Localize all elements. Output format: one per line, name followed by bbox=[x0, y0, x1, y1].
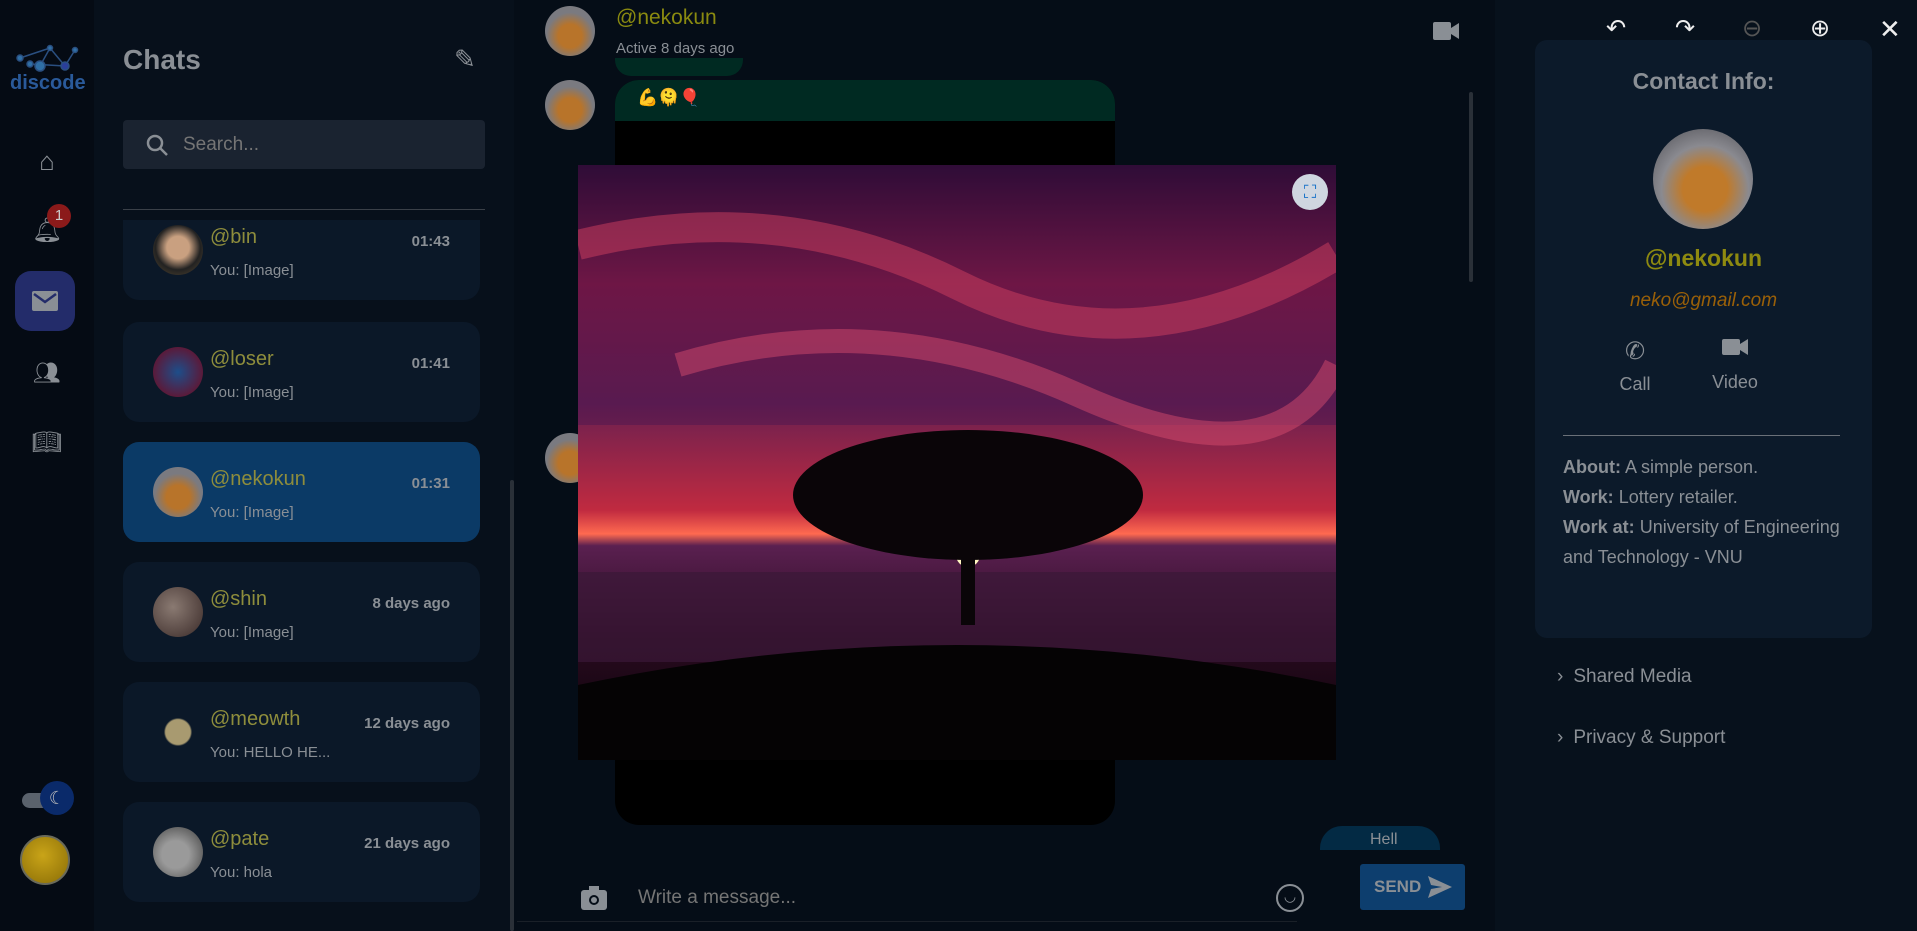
send-button[interactable]: SEND bbox=[1360, 864, 1465, 910]
user-avatar[interactable] bbox=[20, 835, 70, 885]
input-underline bbox=[517, 921, 1297, 922]
avatar bbox=[153, 225, 203, 275]
privacy-support-section[interactable]: › Privacy & Support bbox=[1557, 727, 1725, 749]
fullscreen-focus-icon[interactable]: ⛶ bbox=[1292, 174, 1328, 210]
chat-item-nekokun[interactable]: @nekokun 01:31 You: [Image] bbox=[123, 442, 480, 542]
avatar bbox=[153, 587, 203, 637]
camera-icon[interactable] bbox=[581, 886, 607, 910]
search-icon bbox=[146, 134, 168, 156]
discode-logo[interactable]: discode bbox=[10, 38, 86, 98]
avatar bbox=[153, 467, 203, 517]
search-box[interactable] bbox=[123, 120, 485, 169]
rotate-left-icon[interactable]: ↶ bbox=[1606, 14, 1636, 44]
contact-username: @nekokun bbox=[1645, 245, 1762, 271]
contact-email: neko@gmail.com bbox=[1629, 290, 1778, 311]
phone-icon: ✆ bbox=[1624, 338, 1646, 365]
contact-details: About: A simple person. Work: Lottery re… bbox=[1563, 457, 1840, 567]
conversation-scrollbar[interactable] bbox=[1469, 92, 1473, 282]
new-chat-pencil-icon[interactable]: ✎ bbox=[454, 44, 476, 75]
moon-icon[interactable]: ☾ bbox=[40, 781, 74, 815]
outgoing-message-bubble: Hell bbox=[1320, 826, 1440, 850]
contact-avatar[interactable] bbox=[545, 6, 595, 56]
book-icon[interactable]: 📖︎ bbox=[0, 428, 94, 457]
close-viewer-icon[interactable]: ✕ bbox=[1879, 14, 1909, 44]
contact-name: @nekokun bbox=[616, 6, 717, 29]
chevron-right-icon: › bbox=[1557, 727, 1564, 748]
home-icon[interactable]: ⌂ bbox=[0, 146, 94, 177]
divider bbox=[1563, 435, 1840, 436]
chat-item-loser[interactable]: @loser 01:41 You: [Image] bbox=[123, 322, 480, 422]
chat-item-bin[interactable]: @bin 01:43 You: [Image] bbox=[123, 220, 480, 300]
chats-panel: Chats ✎ @bin01:43You: [Image] @loser01:4… bbox=[94, 0, 514, 931]
video-call-icon[interactable] bbox=[1433, 22, 1459, 40]
shared-media-section[interactable]: › Shared Media bbox=[1557, 666, 1692, 688]
avatar bbox=[153, 707, 203, 757]
messages-button[interactable] bbox=[15, 271, 75, 331]
mail-icon bbox=[32, 291, 58, 311]
video-button[interactable]: Video bbox=[1695, 337, 1775, 393]
chat-item-pate[interactable]: @pate 21 days ago You: hola bbox=[123, 802, 480, 902]
chat-item-meowth[interactable]: @meowth 12 days ago You: HELLO HE... bbox=[123, 682, 480, 782]
notification-badge: 1 bbox=[47, 204, 71, 228]
divider bbox=[123, 209, 485, 210]
rotate-right-icon[interactable]: ↷ bbox=[1675, 14, 1705, 44]
call-button[interactable]: ✆ Call bbox=[1595, 337, 1675, 395]
contact-large-avatar bbox=[1653, 129, 1753, 229]
contact-info-card: Contact Info: @nekokun neko@gmail.com ✆ … bbox=[1535, 40, 1872, 638]
groups-icon[interactable]: 👥︎ bbox=[0, 360, 94, 386]
emoji-picker-icon[interactable]: ◡ bbox=[1276, 884, 1304, 912]
zoom-out-icon[interactable]: ⊖ bbox=[1742, 14, 1772, 44]
active-status: Active 8 days ago bbox=[616, 40, 735, 57]
search-input[interactable] bbox=[183, 120, 473, 169]
sunset-tree-image bbox=[578, 165, 1336, 760]
image-viewer-photo[interactable]: ⛶ bbox=[578, 165, 1336, 760]
send-icon bbox=[1428, 876, 1452, 898]
chat-list: @bin 01:43 You: [Image] @loser 01:41 You: [I… bbox=[94, 220, 514, 931]
message-input[interactable] bbox=[638, 882, 1238, 914]
contact-panel: Contact Info: @nekokun neko@gmail.com ✆ … bbox=[1495, 0, 1917, 931]
zoom-in-icon[interactable]: ⊕ bbox=[1810, 14, 1840, 44]
previous-message-bubble bbox=[615, 58, 743, 76]
video-icon bbox=[1722, 339, 1748, 355]
chevron-right-icon: › bbox=[1557, 666, 1564, 687]
avatar bbox=[153, 347, 203, 397]
emoji-reactions: 💪🫠🎈 bbox=[615, 80, 1115, 121]
sender-avatar bbox=[545, 80, 595, 130]
chats-title: Chats bbox=[123, 44, 201, 75]
avatar bbox=[153, 827, 203, 877]
chat-item-shin[interactable]: @shin 8 days ago You: [Image] bbox=[123, 562, 480, 662]
nav-rail: discode ⌂ 🔔︎ 1 👥︎ 📖︎ ☾ bbox=[0, 0, 94, 931]
